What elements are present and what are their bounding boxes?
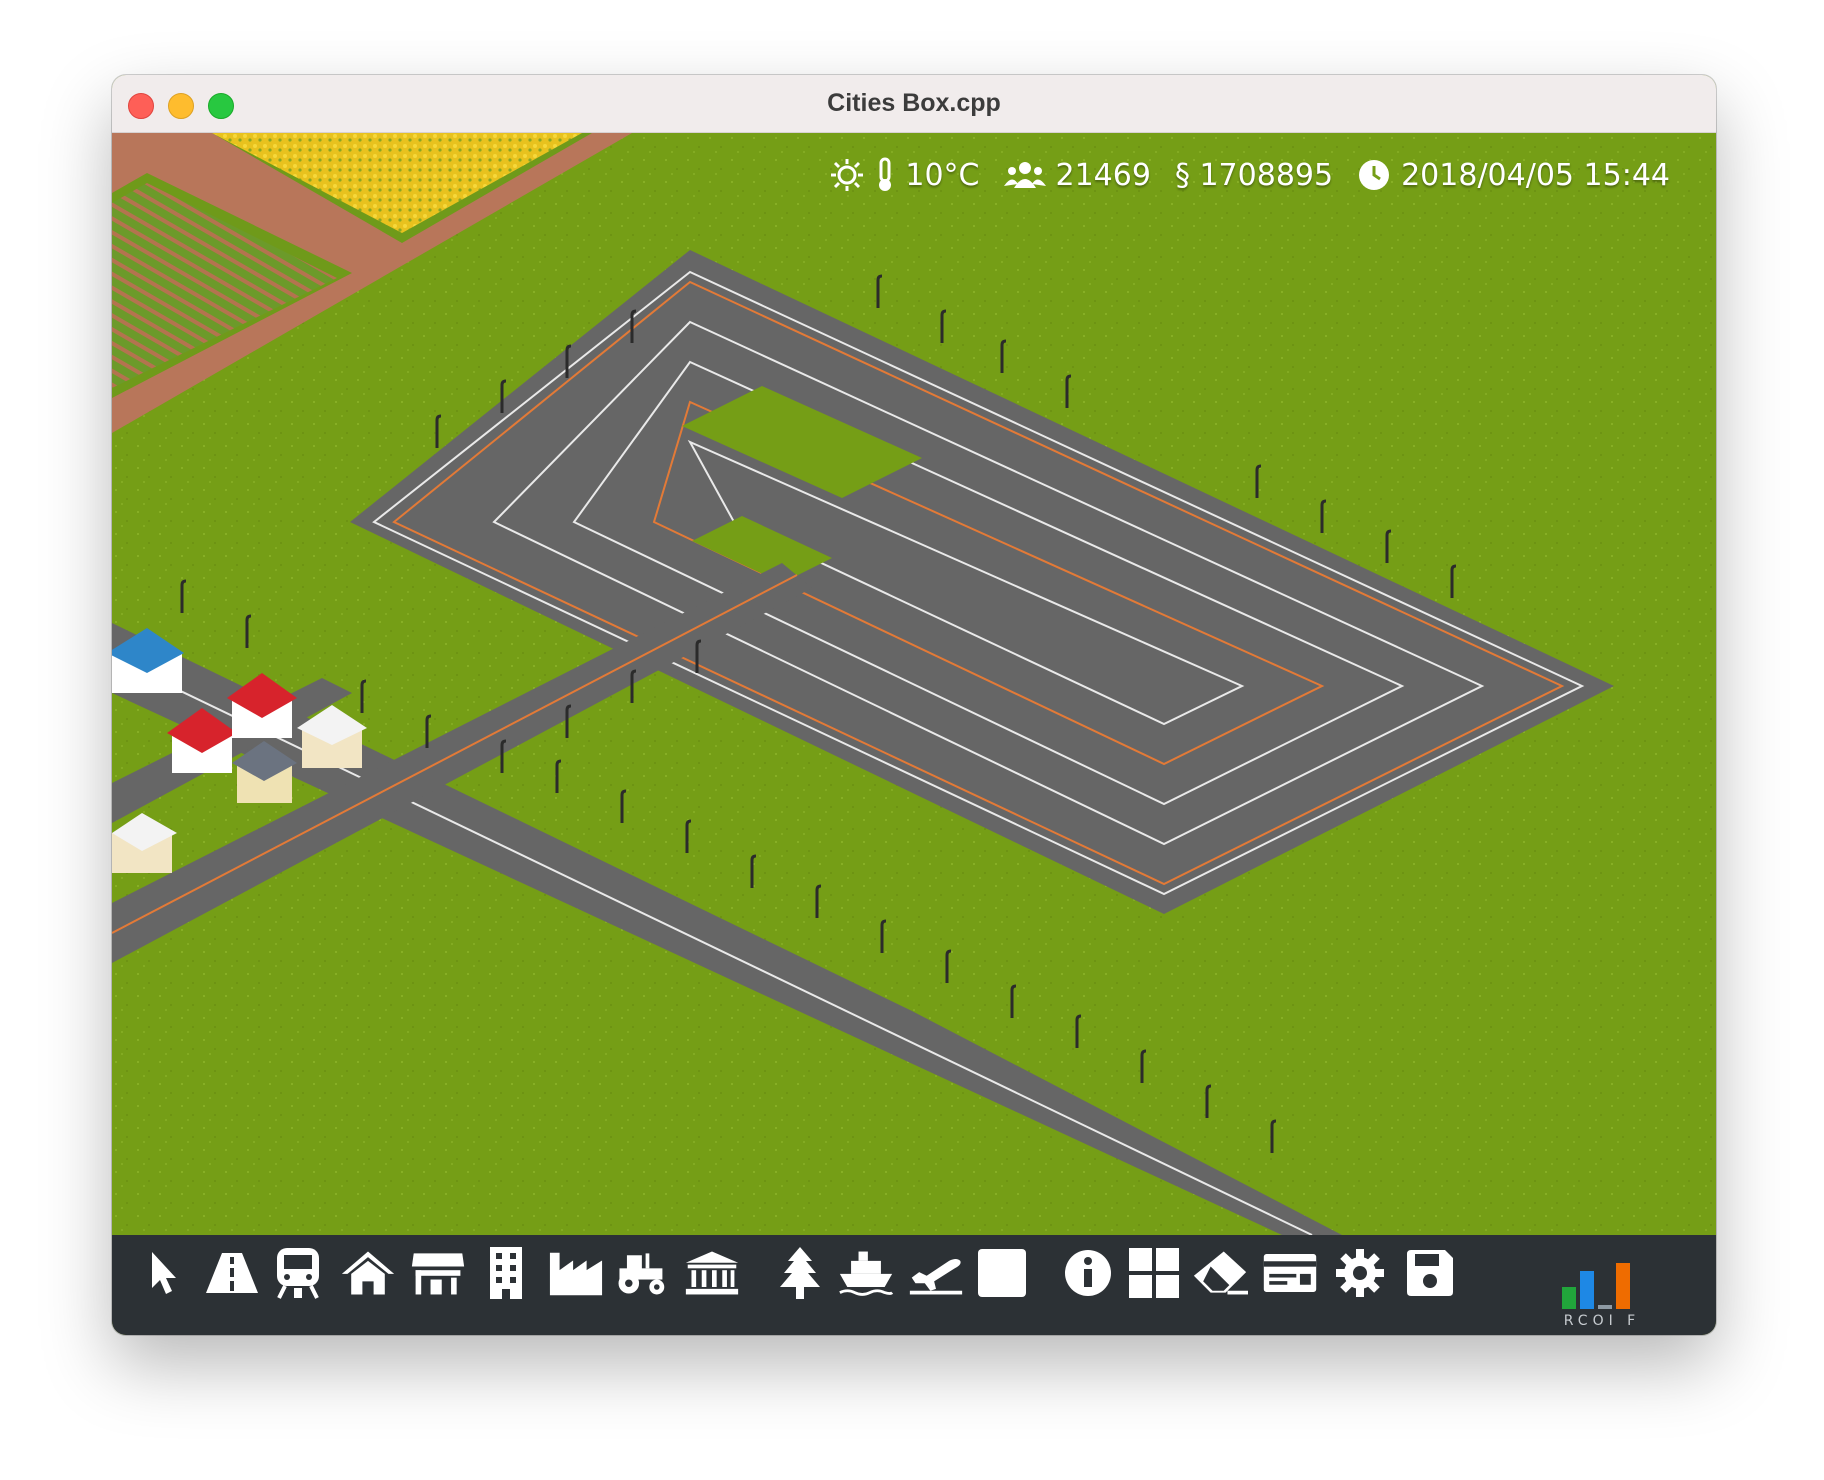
demand-indicator[interactable]: RCOI F [1552, 1243, 1652, 1331]
commercial-demand-bar [1580, 1271, 1594, 1309]
clock-icon [1357, 158, 1391, 192]
airport-tool[interactable] [908, 1245, 964, 1301]
government-tool[interactable] [684, 1245, 740, 1301]
office-demand-bar [1598, 1305, 1612, 1309]
budget-tool[interactable] [1262, 1245, 1318, 1301]
population-value: 21469 [1055, 157, 1151, 193]
house-icon [341, 1251, 395, 1295]
ship-icon [839, 1251, 894, 1296]
tree-icon [780, 1247, 820, 1299]
parks-tool[interactable] [772, 1245, 828, 1301]
industrial-demand-bar [1616, 1263, 1630, 1309]
port-tool[interactable] [838, 1245, 894, 1301]
train-icon [277, 1248, 319, 1299]
save-tool[interactable] [1402, 1245, 1458, 1301]
card-icon [1263, 1254, 1317, 1292]
demand-bars [1562, 1263, 1630, 1309]
title-bar: Cities Box.cpp [112, 75, 1716, 133]
factory-icon [549, 1252, 603, 1296]
road-tool[interactable] [204, 1245, 260, 1301]
tool-bar: RCOI F [112, 1235, 1716, 1335]
temperature-value: 10°C [905, 157, 980, 193]
settings-tool[interactable] [1332, 1245, 1388, 1301]
cursor-icon [152, 1252, 176, 1294]
residential-tool[interactable] [340, 1245, 396, 1301]
demand-label: RCOI F [1563, 1313, 1641, 1329]
grid-icon [1129, 1248, 1179, 1298]
map-viewport[interactable]: 10°C 21469 § 1708895 2018/04/05 15:44 [112, 133, 1716, 1235]
population-icon [1003, 160, 1046, 190]
bulldoze-tool[interactable] [1192, 1245, 1248, 1301]
money-value: § 1708895 [1174, 157, 1334, 193]
game-window: Cities Box.cpp 10°C 21469 § 1708895 2018… [112, 75, 1716, 1335]
eraser-icon [1193, 1251, 1248, 1295]
sun-icon [829, 157, 865, 193]
government-building-icon [685, 1251, 739, 1295]
zone-tool[interactable] [974, 1245, 1030, 1301]
airplane-icon [909, 1259, 963, 1295]
status-bar: 10°C 21469 § 1708895 2018/04/05 15:44 [829, 155, 1670, 195]
office-tool[interactable] [478, 1245, 534, 1301]
residential-demand-bar [1562, 1287, 1576, 1309]
thermometer-icon [875, 157, 895, 193]
info-tool[interactable] [1060, 1245, 1116, 1301]
datetime-value: 2018/04/05 15:44 [1401, 157, 1670, 193]
industrial-tool[interactable] [548, 1245, 604, 1301]
select-tool[interactable] [134, 1245, 190, 1301]
window-title: Cities Box.cpp [827, 89, 1001, 117]
floppy-disk-icon [1407, 1250, 1453, 1296]
commercial-tool[interactable] [410, 1245, 466, 1301]
blank-square-icon [978, 1249, 1026, 1297]
gear-icon [1336, 1249, 1384, 1297]
overlay-tool[interactable] [1126, 1245, 1182, 1301]
agriculture-tool[interactable] [612, 1245, 668, 1301]
shop-icon [411, 1253, 465, 1295]
office-building-icon [490, 1247, 522, 1299]
road-icon [206, 1253, 258, 1293]
rail-tool[interactable] [270, 1245, 326, 1301]
info-icon [1065, 1250, 1111, 1296]
tractor-icon [618, 1253, 665, 1295]
